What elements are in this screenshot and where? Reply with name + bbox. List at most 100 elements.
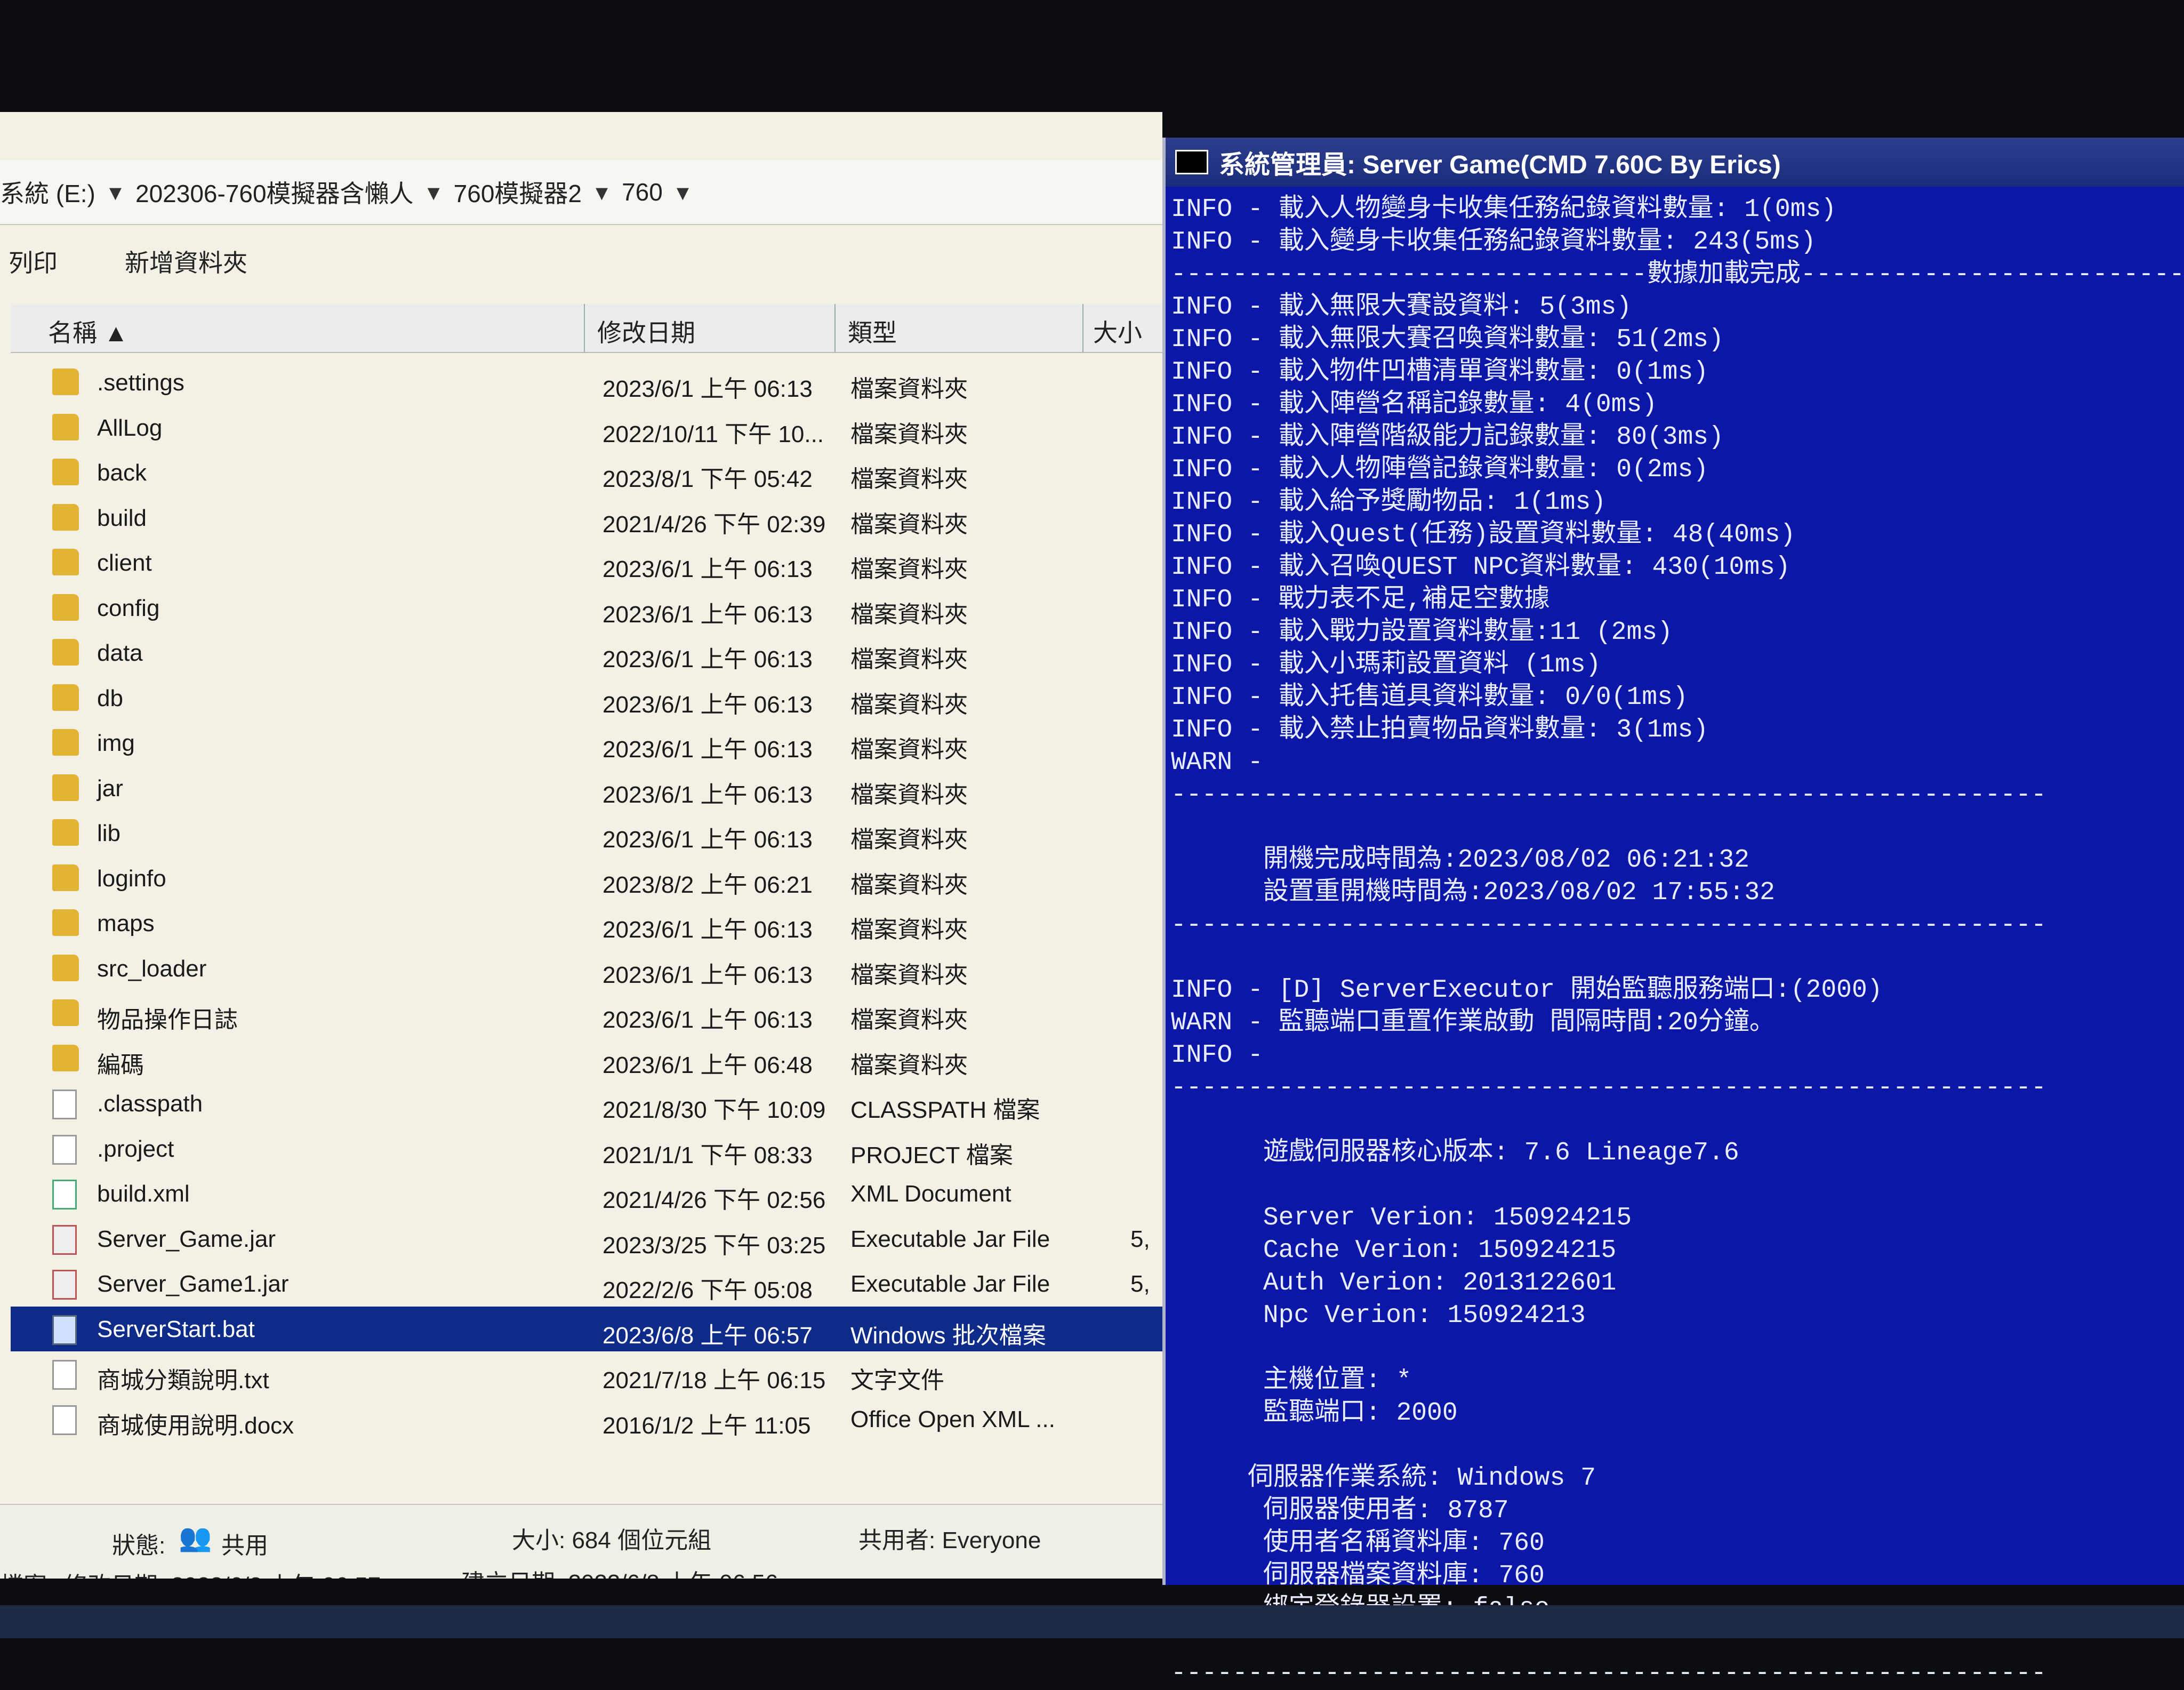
console-line: 監聽端口: 2000 bbox=[1171, 1399, 1458, 1428]
breadcrumb-drive[interactable]: 系統 (E:) bbox=[0, 174, 95, 210]
file-row[interactable]: data 2023/6/1 上午 06:13 檔案資料夾 bbox=[11, 630, 1162, 676]
jar-file-icon bbox=[52, 1270, 77, 1300]
file-row[interactable]: build.xml 2021/4/26 下午 02:56 XML Document bbox=[11, 1171, 1162, 1216]
file-row[interactable]: 商城使用說明.docx 2016/1/2 上午 11:05 Office Open … bbox=[11, 1397, 1162, 1442]
file-row[interactable]: 編碼 2023/6/1 上午 06:48 檔案資料夾 bbox=[11, 1036, 1162, 1082]
file-modified-date: 2023/6/8 上午 06:57 bbox=[603, 1322, 813, 1349]
file-name: .settings bbox=[97, 370, 184, 396]
file-type: Office Open XML ... bbox=[850, 1406, 1055, 1432]
folder-icon bbox=[52, 684, 79, 711]
file-row[interactable]: jar 2023/6/1 上午 06:13 檔案資料夾 bbox=[11, 766, 1162, 811]
file-type: Executable Jar File bbox=[850, 1271, 1050, 1297]
file-modified-date: 2021/4/26 下午 02:39 bbox=[603, 511, 826, 538]
file-row[interactable]: build 2021/4/26 下午 02:39 檔案資料夾 bbox=[11, 495, 1162, 541]
console-line: INFO - 載入人物變身卡收集任務紀錄資料數量: 1(0ms) bbox=[1171, 195, 1837, 224]
console-window[interactable]: 系統管理員: Server Game(CMD 7.60C By Erics) I… bbox=[1162, 138, 2184, 1688]
file-row[interactable]: 商城分類說明.txt 2021/7/18 上午 06:15 文字文件 bbox=[11, 1351, 1162, 1397]
console-title-bar[interactable]: 系統管理員: Server Game(CMD 7.60C By Erics) bbox=[1166, 138, 2184, 187]
folder-icon bbox=[52, 864, 79, 891]
chevron-down-icon[interactable]: ▾ bbox=[677, 178, 689, 206]
console-line: INFO - 載入給予獎勵物品: 1(1ms) bbox=[1171, 488, 1607, 517]
file-row[interactable]: loginfo 2023/8/2 上午 06:21 檔案資料夾 bbox=[11, 856, 1162, 901]
file-row[interactable]: ServerStart.bat 2023/6/8 上午 06:57 Windows … bbox=[11, 1306, 1162, 1351]
file-row[interactable]: 物品操作日誌 2023/6/1 上午 06:13 檔案資料夾 bbox=[11, 991, 1162, 1036]
column-divider[interactable] bbox=[834, 304, 836, 352]
console-line: -------------------------------數據加載完成---… bbox=[1171, 260, 2184, 289]
column-name-header[interactable]: 名稱 ▲ bbox=[48, 314, 128, 349]
file-type: 檔案資料夾 bbox=[850, 1052, 968, 1078]
file-name: Server_Game.jar bbox=[97, 1226, 276, 1252]
file-name: img bbox=[97, 730, 135, 756]
file-row[interactable]: back 2023/8/1 下午 05:42 檔案資料夾 bbox=[11, 450, 1162, 495]
column-divider[interactable] bbox=[1082, 304, 1083, 352]
file-type: 檔案資料夾 bbox=[850, 827, 968, 853]
console-line: Server Verion: 150924215 bbox=[1171, 1204, 1632, 1232]
file-row[interactable]: src_loader 2023/6/1 上午 06:13 檔案資料夾 bbox=[11, 946, 1162, 991]
file-modified-date: 2023/6/1 上午 06:13 bbox=[603, 917, 813, 943]
console-line: 開機完成時間為:2023/08/02 06:21:32 bbox=[1171, 846, 1749, 875]
file-name: 編碼 bbox=[97, 1052, 144, 1078]
console-line: ----------------------------------------… bbox=[1171, 1659, 2046, 1688]
console-output: INFO - 載入人物變身卡收集任務紀錄資料數量: 1(0ms) INFO - 載… bbox=[1171, 194, 2184, 1690]
file-row[interactable]: lib 2023/6/1 上午 06:13 檔案資料夾 bbox=[11, 811, 1162, 856]
modified-date: 修改日期: 2023/6/8 上午 06:57 bbox=[64, 1566, 381, 1579]
file-type: Windows 批次檔案 bbox=[850, 1322, 1046, 1349]
file-type: 文字文件 bbox=[850, 1367, 944, 1393]
chevron-down-icon[interactable]: ▾ bbox=[428, 178, 440, 206]
file-modified-date: 2021/1/1 下午 08:33 bbox=[603, 1142, 813, 1168]
folder-icon bbox=[52, 639, 79, 666]
file-type: 檔案資料夾 bbox=[850, 962, 968, 988]
file-type: 檔案資料夾 bbox=[850, 511, 968, 538]
chevron-down-icon[interactable]: ▾ bbox=[596, 178, 608, 206]
folder-icon bbox=[52, 729, 79, 756]
file-row[interactable]: maps 2023/6/1 上午 06:13 檔案資料夾 bbox=[11, 901, 1162, 946]
details-pane: 狀態: 👥 共用 大小: 684 個位元組 共用者: Everyone 檔案 修… bbox=[0, 1504, 1162, 1579]
xml-file-icon bbox=[52, 1180, 77, 1210]
file-row[interactable]: .settings 2023/6/1 上午 06:13 檔案資料夾 bbox=[11, 360, 1162, 405]
address-bar[interactable]: 系統 (E:) ▾ 202306-760模擬器含懶人 ▾ 760模擬器2 ▾ 7… bbox=[0, 160, 1162, 225]
file-type: 檔案資料夾 bbox=[850, 466, 968, 492]
file-row[interactable]: img 2023/6/1 上午 06:13 檔案資料夾 bbox=[11, 720, 1162, 766]
column-divider[interactable] bbox=[584, 304, 585, 352]
file-icon bbox=[52, 1090, 77, 1119]
file-row[interactable]: Server_Game1.jar 2022/2/6 下午 05:08 Executa… bbox=[11, 1261, 1162, 1307]
console-line: INFO - 載入物件凹槽清單資料數量: 0(1ms) bbox=[1171, 358, 1709, 387]
file-modified-date: 2023/6/1 上午 06:13 bbox=[603, 556, 813, 582]
console-line: INFO - 戰力表不足,補足空數據 bbox=[1171, 586, 1550, 614]
console-title: 系統管理員: Server Game(CMD 7.60C By Erics) bbox=[1219, 151, 1781, 179]
file-size-cell: 5, bbox=[1130, 1271, 1150, 1297]
folder-icon bbox=[52, 369, 79, 395]
file-row[interactable]: Server_Game.jar 2023/3/25 下午 03:25 Executa… bbox=[11, 1216, 1162, 1262]
file-row[interactable]: db 2023/6/1 上午 06:13 檔案資料夾 bbox=[11, 676, 1162, 721]
column-date-header[interactable]: 修改日期 bbox=[597, 314, 695, 349]
console-line: 伺服器作業系統: Windows 7 bbox=[1171, 1464, 1596, 1493]
file-row[interactable]: client 2023/6/1 上午 06:13 檔案資料夾 bbox=[11, 540, 1162, 586]
print-button[interactable]: 列印 bbox=[9, 244, 58, 279]
file-name: data bbox=[97, 640, 143, 666]
column-header: 名稱 ▲ 修改日期 類型 大小 bbox=[11, 304, 1162, 353]
file-row[interactable]: .classpath 2021/8/30 下午 10:09 CLASSPATH 檔案 bbox=[11, 1081, 1162, 1126]
file-row[interactable]: AllLog 2022/10/11 下午 10... 檔案資料夾 bbox=[11, 405, 1162, 451]
folder-icon bbox=[52, 999, 79, 1026]
file-modified-date: 2022/10/11 下午 10... bbox=[603, 421, 824, 447]
file-row[interactable]: config 2023/6/1 上午 06:13 檔案資料夾 bbox=[11, 586, 1162, 631]
chevron-down-icon[interactable]: ▾ bbox=[109, 178, 122, 206]
doc-file-icon bbox=[52, 1405, 77, 1435]
file-name: 商城分類說明.txt bbox=[97, 1367, 269, 1393]
console-line: ----------------------------------------… bbox=[1171, 781, 2046, 810]
breadcrumb-folder-3[interactable]: 760 bbox=[622, 178, 663, 206]
console-line: WARN - 監聽端口重置作業啟動 間隔時間:20分鐘。 bbox=[1171, 1008, 1775, 1037]
status-value: 共用 bbox=[221, 1533, 268, 1559]
console-line: INFO - [D] ServerExecutor 開始監聽服務端口:(2000… bbox=[1171, 976, 1883, 1005]
file-name: db bbox=[97, 685, 123, 711]
batch-file-icon bbox=[52, 1315, 77, 1345]
column-size-header[interactable]: 大小 bbox=[1093, 314, 1142, 349]
console-line: Cache Verion: 150924215 bbox=[1171, 1236, 1617, 1265]
breadcrumb-folder-1[interactable]: 202306-760模擬器含懶人 bbox=[135, 174, 414, 210]
new-folder-button[interactable]: 新增資料夾 bbox=[125, 244, 247, 279]
file-row[interactable]: .project 2021/1/1 下午 08:33 PROJECT 檔案 bbox=[11, 1126, 1162, 1172]
breadcrumb-folder-2[interactable]: 760模擬器2 bbox=[454, 174, 582, 210]
file-name: src_loader bbox=[97, 955, 207, 982]
column-type-header[interactable]: 類型 bbox=[848, 314, 897, 349]
file-type: 檔案資料夾 bbox=[850, 646, 968, 672]
